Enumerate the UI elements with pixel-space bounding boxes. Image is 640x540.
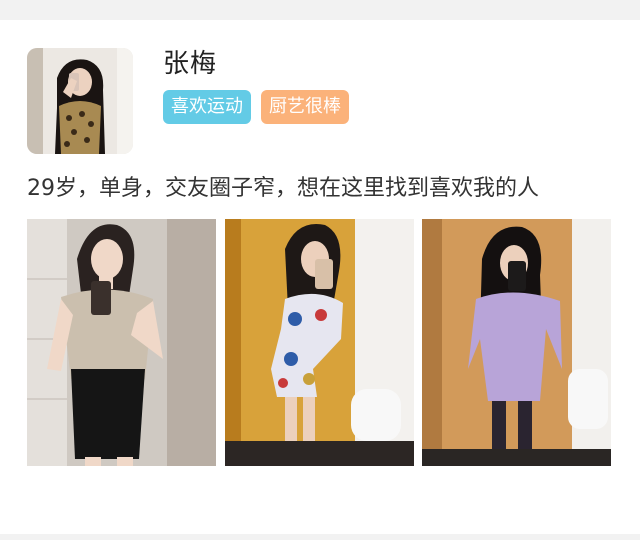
avatar[interactable]: [27, 48, 133, 154]
gallery-photo[interactable]: [225, 219, 414, 466]
gallery-photo[interactable]: [27, 219, 216, 466]
tag-list: 喜欢运动 厨艺很棒: [163, 90, 349, 124]
gallery-photo[interactable]: [422, 219, 611, 466]
photo-gallery: [27, 219, 611, 466]
tag-cooking[interactable]: 厨艺很棒: [261, 90, 349, 124]
bio-text: 29岁，单身，交友圈子窄，想在这里找到喜欢我的人: [27, 176, 539, 201]
photo-image: [27, 219, 216, 466]
photo-image: [422, 219, 611, 466]
profile-card[interactable]: 张梅 喜欢运动 厨艺很棒 29岁，单身，交友圈子窄，想在这里找到喜欢我的人: [0, 20, 640, 534]
user-name: 张梅: [163, 49, 218, 79]
photo-image: [225, 219, 414, 466]
tag-sports[interactable]: 喜欢运动: [163, 90, 251, 124]
page: 张梅 喜欢运动 厨艺很棒 29岁，单身，交友圈子窄，想在这里找到喜欢我的人: [0, 0, 640, 540]
avatar-image: [27, 48, 133, 154]
